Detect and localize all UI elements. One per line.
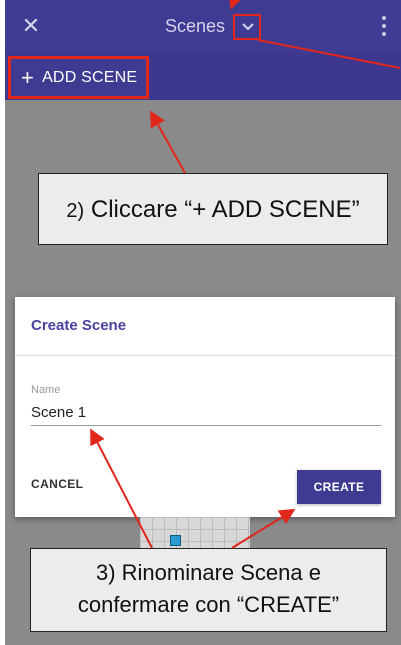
arrow-top bbox=[228, 0, 244, 10]
arrow-to-create bbox=[231, 508, 296, 549]
arrow-to-name-input bbox=[90, 428, 153, 549]
annotation-arrows bbox=[90, 0, 401, 549]
arrow-to-menu bbox=[257, 39, 401, 69]
arrow-to-add-scene bbox=[150, 110, 186, 174]
